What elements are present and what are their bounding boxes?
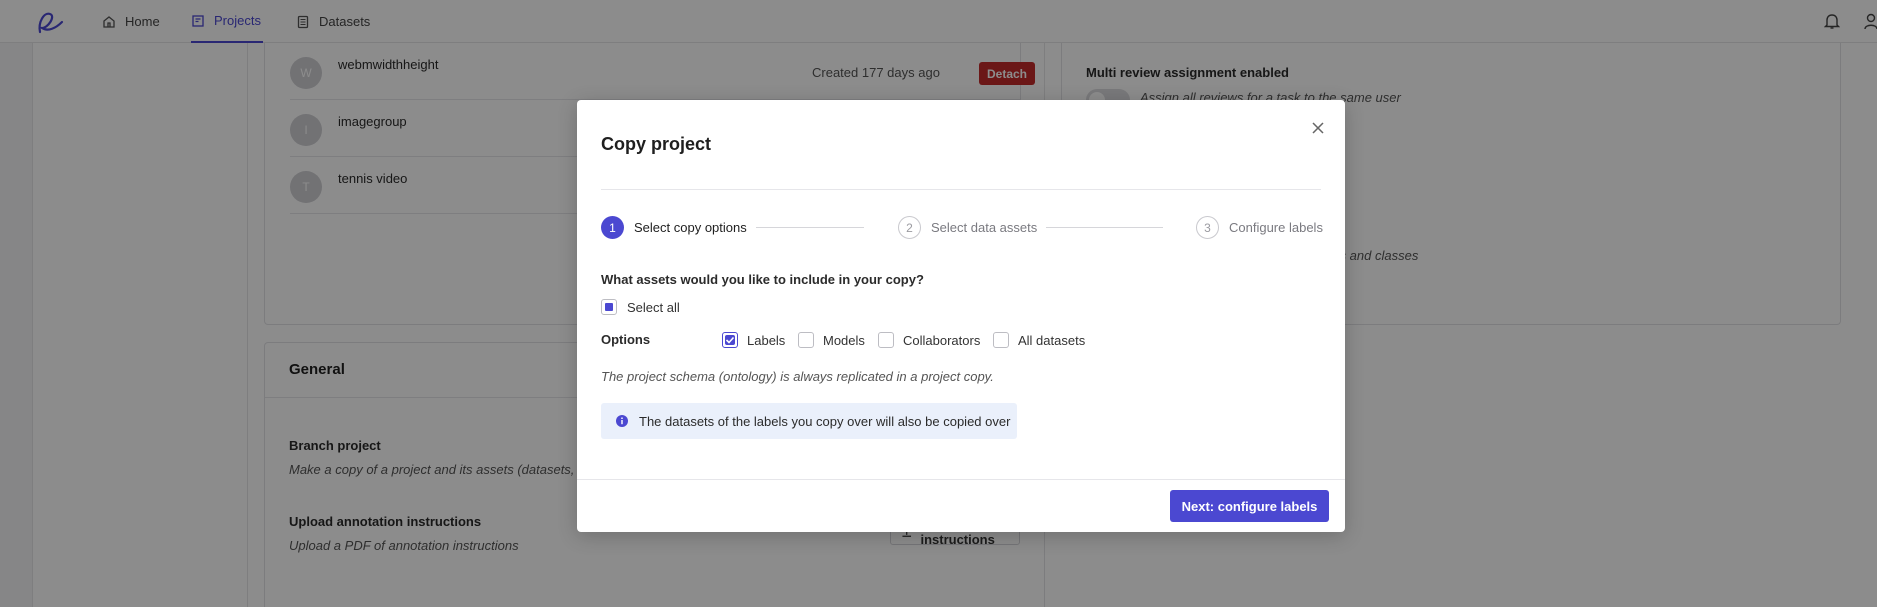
footer-divider [577,479,1345,480]
step-number: 3 [1196,216,1219,239]
info-icon [616,415,628,427]
step-number: 1 [601,216,624,239]
modal-title: Copy project [601,134,712,154]
option-label: Collaborators [903,332,981,348]
info-text: The datasets of the labels you copy over… [639,413,1011,429]
option-models[interactable]: Models [798,332,865,348]
option-label: Models [823,332,865,348]
ontology-note: The project schema (ontology) is always … [601,369,994,384]
options-label: Options [601,332,651,347]
check-icon [725,336,735,344]
step-number: 2 [898,216,921,239]
assets-question: What assets would you like to include in… [601,272,924,287]
step-1: 1 Select copy options [601,216,747,239]
option-all-datasets[interactable]: All datasets [993,332,1085,348]
step-connector [756,227,864,228]
divider [601,189,1321,190]
step-label: Configure labels [1229,220,1323,235]
step-label: Select copy options [634,220,747,235]
select-all-checkbox[interactable]: Select all [601,299,680,315]
option-collaborators[interactable]: Collaborators [878,332,980,348]
close-icon[interactable] [1310,120,1326,136]
option-label: Labels [747,332,786,348]
copy-project-modal: Copy project 1 Select copy options 2 Sel… [577,100,1345,532]
select-all-label: Select all [627,299,680,315]
next-configure-labels-button[interactable]: Next: configure labels [1170,490,1329,522]
checkbox-checked[interactable] [722,332,738,348]
option-label: All datasets [1018,332,1086,348]
step-label: Select data assets [931,220,1038,235]
step-connector [1046,227,1163,228]
step-2: 2 Select data assets [898,216,1037,239]
checkbox[interactable] [993,332,1009,348]
step-3: 3 Configure labels [1196,216,1323,239]
option-labels[interactable]: Labels [722,332,785,348]
info-banner: The datasets of the labels you copy over… [601,403,1017,439]
checkbox[interactable] [878,332,894,348]
checkbox[interactable] [798,332,814,348]
checkbox-indeterminate[interactable] [601,299,617,315]
